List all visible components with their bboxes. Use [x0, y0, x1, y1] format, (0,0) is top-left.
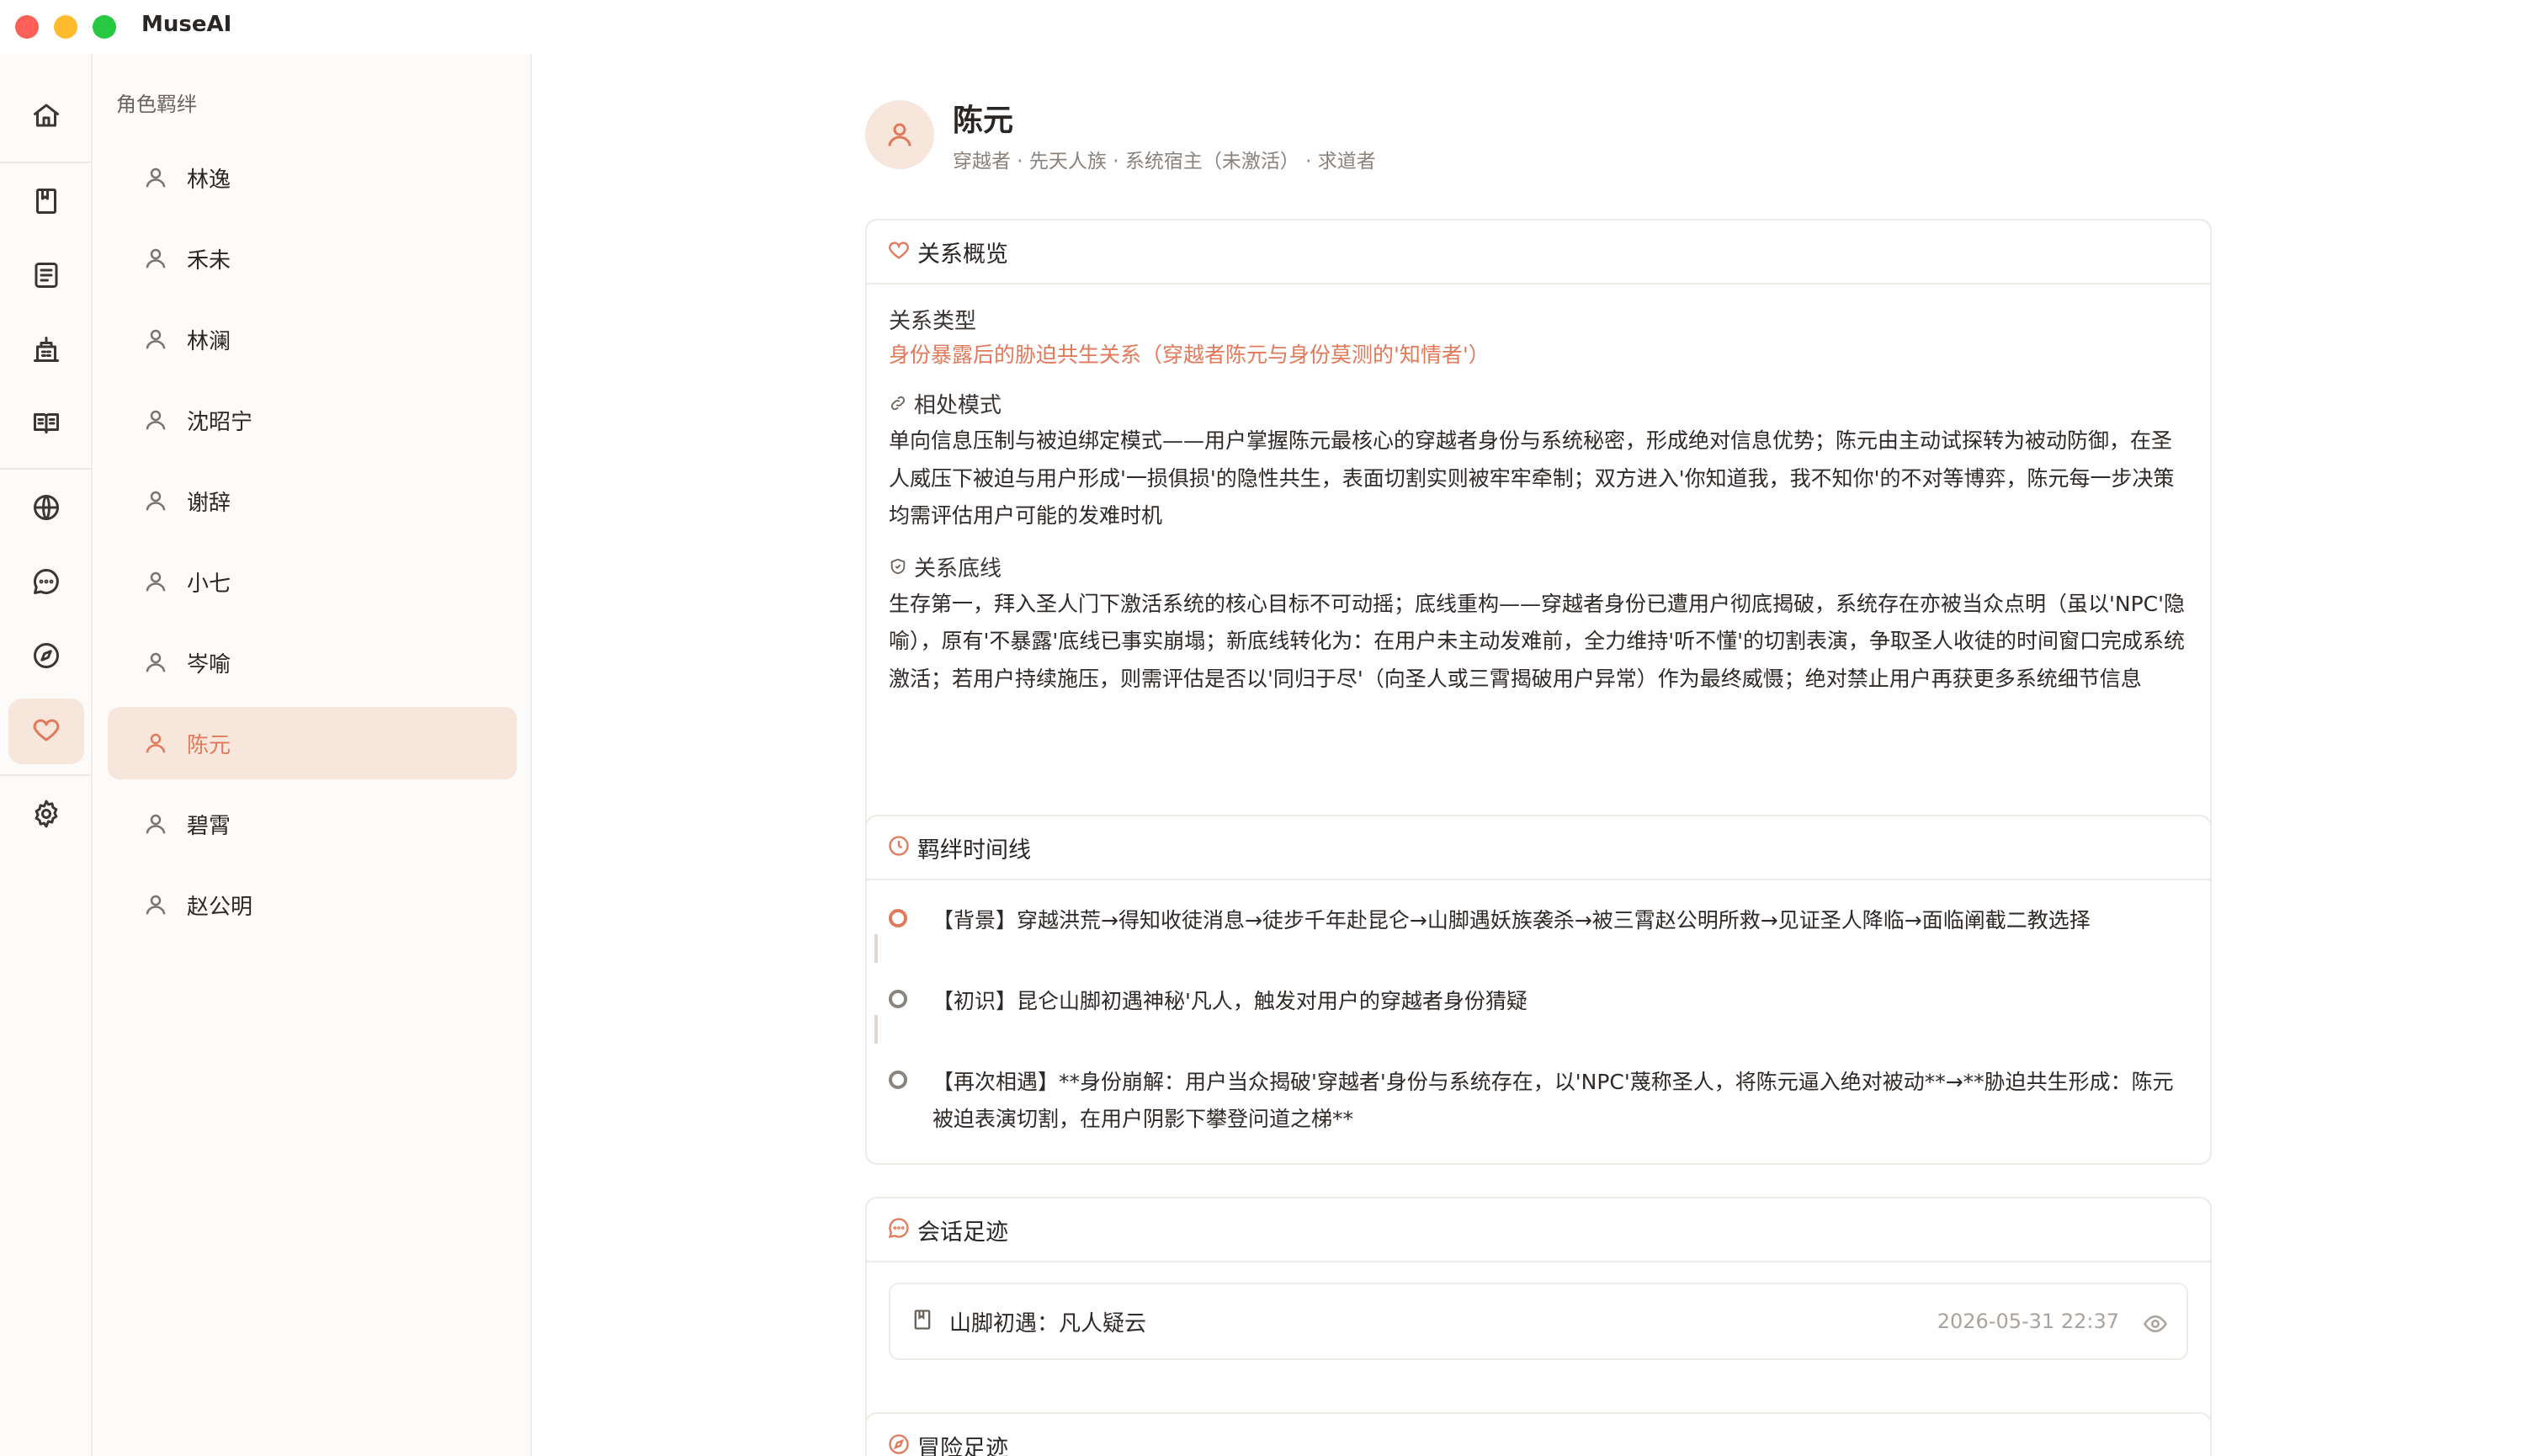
person-icon [888, 123, 911, 146]
nav-book-button[interactable] [8, 170, 84, 236]
nav-settings-button[interactable] [8, 783, 84, 848]
shield-check-icon [889, 552, 914, 586]
avatar [865, 100, 934, 169]
relationship-type-value: 身份暴露后的胁迫共生关系（穿越者陈元与身份莫测的'知情者'） [889, 343, 1490, 367]
character-item[interactable]: 赵公明 [108, 869, 517, 941]
character-name: 岑喻 [187, 651, 231, 678]
nav-building-button[interactable] [8, 318, 84, 384]
person-icon [143, 327, 168, 352]
home-icon [31, 100, 61, 134]
maximize-window-button[interactable] [93, 15, 116, 39]
person-icon [143, 811, 168, 837]
character-item[interactable]: 林逸 [108, 141, 517, 214]
session-footprints-card: 会话足迹 山脚初遇：凡人疑云 2026-05-31 22:37 [865, 1197, 2212, 1432]
character-name: 林澜 [187, 328, 231, 354]
timeline-dot [889, 909, 907, 927]
heart-icon [887, 238, 917, 265]
heart-icon [31, 715, 61, 748]
book-icon [911, 1308, 949, 1335]
list-icon [31, 260, 61, 294]
eye-icon[interactable] [2143, 1311, 2168, 1340]
character-item[interactable]: 沈昭宁 [108, 384, 517, 456]
card-title: 会话足迹 [917, 1219, 1008, 1246]
person-icon [143, 488, 168, 513]
nav-bonds-button[interactable] [8, 699, 84, 764]
compass-icon [887, 1432, 917, 1456]
person-icon [143, 731, 168, 756]
bond-timeline-card: 羁绊时间线 【背景】穿越洪荒→得知收徒消息→徒步千年赴昆仑→山脚遇妖族袭杀→被三… [865, 815, 2212, 1165]
card-header: 羁绊时间线 [867, 816, 2210, 880]
link-icon [889, 389, 914, 422]
card-title: 冒险足迹 [917, 1435, 1008, 1456]
session-date: 2026-05-31 22:37 [1937, 1310, 2119, 1333]
character-name: 沈昭宁 [187, 409, 253, 435]
globe-icon [31, 492, 61, 526]
profile-name: 陈元 [953, 104, 1014, 138]
building-icon [31, 334, 61, 368]
character-item[interactable]: 岑喻 [108, 626, 517, 699]
character-item[interactable]: 林澜 [108, 303, 517, 375]
chat-icon [31, 566, 61, 600]
bottom-line-text: 生存第一，拜入圣人门下激活系统的核心目标不可动摇；底线重构——穿越者身份已遭用户… [889, 591, 2185, 691]
profile-meta: 穿越者 · 先天人族 · 系统宿主（未激活） · 求道者 [953, 151, 1376, 173]
timeline-item: 【再次相遇】**身份崩解：用户当众揭破'穿越者'身份与系统存在，以'NPC'蔑称… [889, 1064, 2188, 1138]
timeline-item: 【背景】穿越洪荒→得知收徒消息→徒步千年赴昆仑→山脚遇妖族袭杀→被三霄赵公明所救… [889, 902, 2188, 983]
person-icon [143, 407, 168, 433]
gear-icon [31, 799, 61, 832]
relationship-type-label: 关系类型 [889, 309, 977, 334]
character-item[interactable]: 禾未 [108, 222, 517, 295]
character-item[interactable]: 谢辞 [108, 465, 517, 537]
character-name: 赵公明 [187, 894, 253, 920]
person-icon [143, 569, 168, 594]
character-name: 小七 [187, 571, 231, 597]
nav-chat-button[interactable] [8, 550, 84, 616]
person-icon [143, 650, 168, 675]
session-row[interactable]: 山脚初遇：凡人疑云 2026-05-31 22:37 [889, 1283, 2188, 1360]
minimize-window-button[interactable] [54, 15, 77, 39]
character-name: 谢辞 [187, 490, 231, 516]
interaction-mode-label: 相处模式 [889, 389, 2188, 422]
nav-library-button[interactable] [8, 392, 84, 458]
timeline-dot [889, 990, 907, 1008]
relationship-overview-card: 关系概览 关系类型 身份暴露后的胁迫共生关系（穿越者陈元与身份莫测的'知情者'）… [865, 219, 2212, 835]
character-item[interactable]: 小七 [108, 545, 517, 618]
character-name: 陈元 [187, 732, 231, 758]
chat-icon [887, 1216, 917, 1243]
card-header: 关系概览 [867, 221, 2210, 284]
bottom-line-label: 关系底线 [889, 552, 2188, 586]
title-bar: MuseAI [0, 0, 2545, 54]
card-header: 会话足迹 [867, 1198, 2210, 1262]
icon-rail [0, 54, 93, 1456]
character-list-panel: 角色羁绊 林逸 禾未 林澜 沈昭宁 谢辞 小七 岑喻 陈元 碧霄 赵公明 [94, 54, 532, 1456]
book-icon [31, 186, 61, 220]
adventure-footprints-card: 冒险足迹 [865, 1412, 2212, 1456]
card-title: 关系概览 [917, 241, 1008, 268]
nav-home-button[interactable] [8, 84, 84, 150]
nav-list-button[interactable] [8, 244, 84, 310]
nav-world-button[interactable] [8, 476, 84, 542]
character-item-selected[interactable]: 陈元 [108, 707, 517, 779]
nav-explore-button[interactable] [8, 624, 84, 690]
timeline-dot [889, 1071, 907, 1089]
character-name: 禾未 [187, 247, 231, 274]
clock-icon [887, 834, 917, 861]
person-icon [143, 246, 168, 271]
session-title: 山脚初遇：凡人疑云 [949, 1310, 1147, 1336]
compass-icon [31, 640, 61, 674]
app-title: MuseAI [141, 12, 232, 37]
character-item[interactable]: 碧霄 [108, 788, 517, 860]
card-title: 羁绊时间线 [917, 837, 1031, 864]
panel-title: 角色羁绊 [116, 93, 197, 116]
person-icon [143, 892, 168, 917]
card-header: 冒险足迹 [867, 1414, 2210, 1456]
person-icon [143, 165, 168, 190]
close-window-button[interactable] [15, 15, 39, 39]
character-name: 碧霄 [187, 813, 231, 839]
interaction-mode-text: 单向信息压制与被迫绑定模式——用户掌握陈元最核心的穿越者身份与系统秘密，形成绝对… [889, 428, 2175, 528]
main-content: 陈元 穿越者 · 先天人族 · 系统宿主（未激活） · 求道者 关系概览 关系类… [534, 54, 2545, 1456]
character-name: 林逸 [187, 167, 231, 193]
timeline-item: 【初识】昆仑山脚初遇神秘'凡人，触发对用户的穿越者身份猜疑 [889, 983, 2188, 1064]
open-book-icon [31, 408, 61, 442]
